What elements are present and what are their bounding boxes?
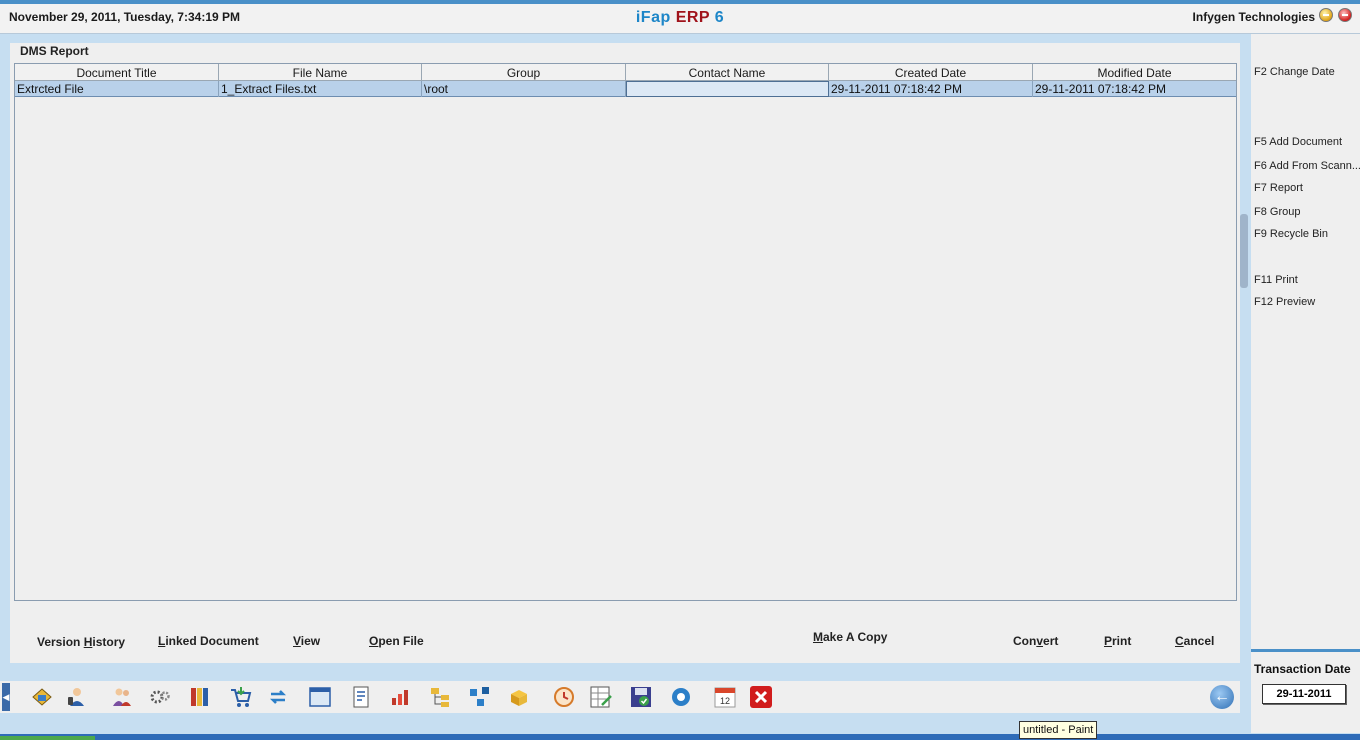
close-window-icon[interactable] (1338, 8, 1352, 22)
transaction-date-label: Transaction Date (1254, 662, 1351, 676)
calendar-icon[interactable]: 12 (713, 685, 737, 709)
button-label: V (293, 634, 301, 648)
cell-modified-date[interactable]: 29-11-2011 07:18:42 PM (1033, 81, 1236, 97)
button-label: O (369, 634, 379, 648)
sidebar-item-recycle-bin[interactable]: F9 Recycle Bin (1254, 228, 1328, 240)
os-taskbar (0, 734, 1360, 740)
button-label: M (813, 630, 823, 644)
column-header[interactable]: File Name (219, 64, 422, 81)
back-arrow-icon[interactable]: ← (1210, 685, 1234, 709)
people-icon[interactable] (110, 685, 134, 709)
button-label: inked Document (165, 634, 259, 648)
chart-icon[interactable] (388, 685, 412, 709)
button-label: istory (92, 635, 126, 649)
cell-created-date[interactable]: 29-11-2011 07:18:42 PM (829, 81, 1033, 97)
version-history-button[interactable]: Version History (37, 635, 125, 649)
button-label: C (1175, 634, 1184, 648)
button-label: rint (1112, 634, 1132, 648)
button-label: P (1104, 634, 1113, 648)
cell-contact-name[interactable] (626, 81, 829, 97)
app-header: November 29, 2011, Tuesday, 7:34:19 PM i… (0, 4, 1360, 34)
button-label: iew (300, 634, 321, 648)
calendar-day-label: 12 (720, 696, 730, 706)
gears-icon[interactable] (148, 685, 172, 709)
documents-table: Document Title File Name Group Contact N… (14, 63, 1237, 601)
minimize-icon[interactable] (1319, 8, 1333, 22)
report-icon[interactable] (349, 685, 373, 709)
button-label: Con (1013, 634, 1037, 648)
button-label: ancel (1183, 634, 1215, 648)
cart-icon[interactable] (229, 685, 253, 709)
print-button[interactable]: Print (1104, 634, 1131, 648)
column-header[interactable]: Document Title (15, 64, 219, 81)
clock-icon[interactable] (552, 685, 576, 709)
save-icon[interactable] (629, 685, 653, 709)
app-title-erp: ERP (675, 9, 710, 26)
column-header[interactable]: Group (422, 64, 626, 81)
network-icon[interactable] (468, 685, 492, 709)
taskbar-tooltip: untitled - Paint (1019, 721, 1098, 739)
sidebar-item-preview[interactable]: F12 Preview (1254, 296, 1315, 308)
spreadsheet-icon[interactable] (589, 685, 613, 709)
view-button[interactable]: View (293, 634, 320, 648)
sidebar-item-print[interactable]: F11 Print (1254, 274, 1298, 286)
transfer-icon[interactable] (266, 685, 290, 709)
window-icon[interactable] (308, 685, 332, 709)
sidebar-item-add-from-scanner[interactable]: F6 Add From Scann... (1254, 160, 1360, 172)
user-phone-icon[interactable] (65, 685, 89, 709)
folder-tree-icon[interactable] (429, 685, 453, 709)
start-button[interactable] (0, 736, 95, 740)
cell-document-title[interactable]: Extrcted File (15, 81, 219, 97)
cell-file-name[interactable]: 1_Extract Files.txt (219, 81, 422, 97)
close-icon[interactable] (749, 685, 773, 709)
button-label: ert (1043, 634, 1059, 648)
sidebar-item-add-document[interactable]: F5 Add Document (1254, 136, 1342, 148)
books-icon[interactable] (188, 685, 212, 709)
toolbar-scroll-left-icon[interactable]: ◀ (2, 683, 10, 711)
cancel-button[interactable]: Cancel (1175, 634, 1214, 648)
column-header[interactable]: Created Date (829, 64, 1033, 81)
open-file-button[interactable]: Open File (369, 634, 424, 648)
transaction-date-panel: Transaction Date 29-11-2011 (1251, 649, 1360, 733)
convert-button[interactable]: Convert (1013, 634, 1058, 648)
table-header: Document Title File Name Group Contact N… (15, 64, 1236, 81)
sidebar-item-change-date[interactable]: F2 Change Date (1254, 66, 1335, 78)
linked-document-button[interactable]: Linked Document (158, 634, 259, 648)
app-title: iFap ERP 6 (0, 9, 1360, 27)
company-name: Infygen Technologies (1192, 10, 1315, 24)
button-label: Version (37, 635, 84, 649)
bottom-toolbar: ◀ 12 ← (0, 681, 1240, 713)
app-title-version: 6 (714, 9, 725, 26)
home-icon[interactable] (30, 685, 54, 709)
button-label: pen File (378, 634, 424, 648)
column-header[interactable]: Contact Name (626, 64, 829, 81)
cell-group[interactable]: \root (422, 81, 626, 97)
button-label: v (1036, 634, 1044, 648)
panel-title: DMS Report (20, 44, 89, 58)
dms-report-panel: DMS Report Document Title File Name Grou… (10, 43, 1240, 663)
table-row[interactable]: Extrcted File 1_Extract Files.txt \root … (15, 81, 1236, 97)
panel-splitter-handle[interactable] (1240, 214, 1248, 288)
make-a-copy-button[interactable]: Make A Copy (813, 630, 887, 644)
sidebar-item-report[interactable]: F7 Report (1254, 182, 1303, 194)
settings-icon[interactable] (669, 685, 693, 709)
column-header[interactable]: Modified Date (1033, 64, 1236, 81)
transaction-date-field[interactable]: 29-11-2011 (1262, 684, 1346, 704)
package-icon[interactable] (507, 685, 531, 709)
sidebar-item-group[interactable]: F8 Group (1254, 206, 1300, 218)
button-label: ake A Copy (823, 630, 888, 644)
app-title-ifap: iFap (635, 9, 671, 26)
shortcut-sidebar: F2 Change Date F5 Add Document F6 Add Fr… (1251, 34, 1360, 649)
